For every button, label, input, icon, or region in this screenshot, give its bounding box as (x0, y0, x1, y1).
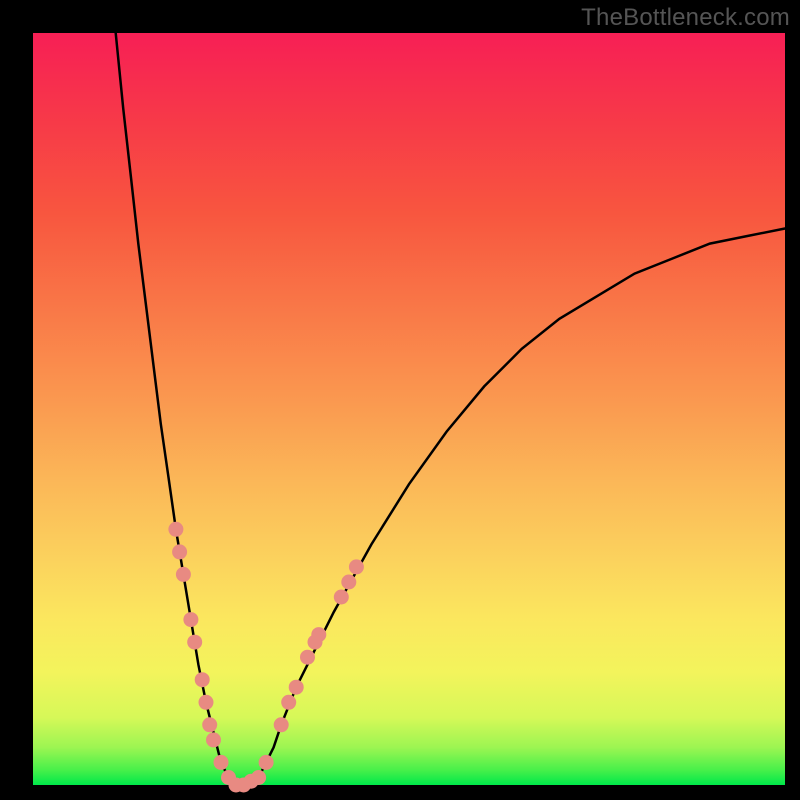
data-marker (168, 522, 183, 537)
data-marker (199, 695, 214, 710)
data-marker (195, 672, 210, 687)
data-marker (311, 627, 326, 642)
plot-area (33, 33, 785, 785)
data-marker (202, 717, 217, 732)
data-marker (259, 755, 274, 770)
data-marker (206, 732, 221, 747)
bottleneck-curve (116, 33, 785, 785)
data-marker (289, 680, 304, 695)
data-marker (341, 575, 356, 590)
data-marker (214, 755, 229, 770)
data-marker (172, 544, 187, 559)
data-marker (281, 695, 296, 710)
curve-svg (33, 33, 785, 785)
chart-frame: TheBottleneck.com (0, 0, 800, 800)
data-marker (187, 635, 202, 650)
data-marker (300, 650, 315, 665)
data-marker (176, 567, 191, 582)
data-marker (251, 770, 266, 785)
data-marker (349, 559, 364, 574)
data-marker (334, 590, 349, 605)
data-marker (274, 717, 289, 732)
data-marker (183, 612, 198, 627)
watermark-text: TheBottleneck.com (581, 4, 790, 32)
